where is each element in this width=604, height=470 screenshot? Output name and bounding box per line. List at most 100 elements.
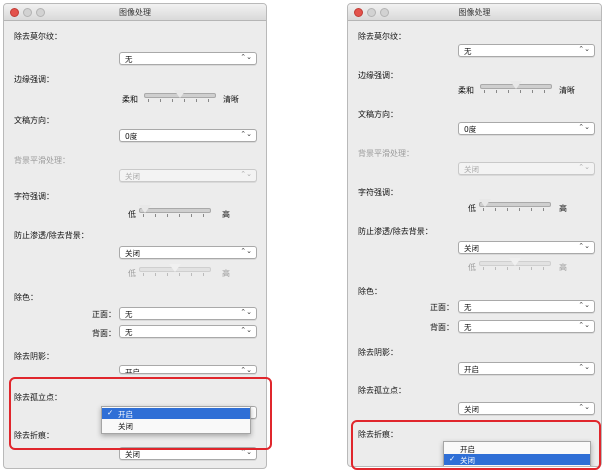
moire-label: 除去莫尔纹： — [358, 32, 406, 41]
bleed-select-value: 关闭 — [125, 249, 140, 258]
bg-smooth-label: 背景平滑处理： — [14, 156, 70, 165]
right-callout-box — [351, 420, 601, 470]
isolated-select-value: 关闭 — [464, 405, 479, 414]
bleed-select[interactable]: 关闭 ⌃⌄ — [119, 246, 257, 259]
bleed-slider-knob — [168, 263, 182, 272]
isolated-label: 除去孤立点： — [358, 386, 406, 395]
char-slider-ticks — [483, 208, 547, 211]
title-bar: 图像处理 — [4, 4, 266, 21]
char-emph-label: 字符强调： — [358, 188, 398, 197]
char-slider-knob[interactable] — [138, 204, 152, 213]
select-arrows-icon: ⌃⌄ — [578, 45, 590, 53]
select-arrows-icon: ⌃⌄ — [578, 242, 590, 250]
select-arrows-icon: ⌃⌄ — [578, 123, 590, 131]
char-high-label: 高 — [559, 204, 567, 213]
char-emph-label: 字符强调： — [14, 192, 54, 201]
bleed-high-label: 高 — [559, 263, 567, 272]
bleed-slider — [479, 257, 551, 270]
isolated-select[interactable]: 关闭 ⌃⌄ — [458, 402, 595, 415]
char-slider[interactable] — [478, 198, 551, 211]
char-low-label: 低 — [468, 204, 476, 213]
edge-label: 边缘强调： — [14, 75, 54, 84]
select-arrows-icon: ⌃⌄ — [578, 163, 590, 171]
bleed-label: 防止渗透/除去背景： — [358, 227, 433, 236]
moire-select[interactable]: 无 ⌃⌄ — [458, 44, 595, 57]
select-arrows-icon: ⌃⌄ — [240, 53, 252, 61]
right-panel: 图像处理 除去莫尔纹： 无 ⌃⌄ 边缘强调： 柔和 清晰 文稿方向： 0度 ⌃⌄… — [347, 3, 602, 467]
orientation-select[interactable]: 0度 ⌃⌄ — [119, 129, 257, 142]
bleed-select-value: 关闭 — [464, 244, 479, 253]
select-arrows-icon: ⌃⌄ — [578, 403, 590, 411]
orientation-label: 文稿方向： — [358, 110, 398, 119]
edge-slider-knob[interactable] — [509, 80, 523, 89]
bleed-slider-ticks — [483, 267, 547, 270]
bleed-label: 防止渗透/除去背景： — [14, 231, 89, 240]
char-slider-ticks — [143, 214, 207, 217]
back-select-value: 无 — [464, 323, 472, 332]
left-callout-box — [9, 377, 272, 450]
window-title: 图像处理 — [119, 8, 151, 17]
back-select[interactable]: 无 ⌃⌄ — [458, 320, 595, 333]
moire-select-value: 无 — [464, 47, 472, 56]
bg-smooth-select-value: 关闭 — [464, 165, 479, 174]
edge-slider[interactable] — [144, 89, 216, 102]
back-label: 背面： — [430, 323, 454, 332]
select-arrows-icon: ⌃⌄ — [240, 308, 252, 316]
bleed-low-label: 低 — [468, 263, 476, 272]
dropout-label: 除色： — [358, 287, 382, 296]
orientation-select-value: 0度 — [125, 132, 138, 141]
select-arrows-icon: ⌃⌄ — [578, 363, 590, 371]
dropout-label: 除色： — [14, 293, 38, 302]
edge-slider-knob[interactable] — [173, 89, 187, 98]
orientation-label: 文稿方向： — [14, 116, 54, 125]
back-select[interactable]: 无 ⌃⌄ — [119, 325, 257, 338]
char-low-label: 低 — [128, 210, 136, 219]
crease-select-value: 关闭 — [125, 450, 140, 459]
bleed-slider-knob — [508, 257, 522, 266]
bleed-high-label: 高 — [222, 269, 230, 278]
select-arrows-icon: ⌃⌄ — [578, 321, 590, 329]
char-slider[interactable] — [138, 204, 211, 217]
shadow-label: 除去阴影： — [358, 348, 398, 357]
shadow-select-value: 开启 — [464, 365, 479, 374]
orientation-select-value: 0度 — [464, 125, 477, 134]
shadow-select[interactable]: 开启 ⌃⌄ — [119, 365, 257, 374]
title-bar: 图像处理 — [348, 4, 601, 21]
bleed-select[interactable]: 关闭 ⌃⌄ — [458, 241, 595, 254]
back-select-value: 无 — [125, 328, 133, 337]
back-label: 背面： — [92, 329, 116, 338]
moire-select[interactable]: 无 ⌃⌄ — [119, 52, 257, 65]
edge-slider[interactable] — [480, 80, 552, 93]
edge-soft-label: 柔和 — [122, 95, 138, 104]
bg-smooth-select: 关闭 ⌃⌄ — [458, 162, 595, 175]
bleed-slider-ticks — [143, 273, 207, 276]
edge-slider-ticks — [148, 99, 212, 102]
select-arrows-icon: ⌃⌄ — [578, 301, 590, 309]
bg-smooth-label: 背景平滑处理： — [358, 149, 414, 158]
char-slider-knob[interactable] — [478, 198, 492, 207]
orientation-select[interactable]: 0度 ⌃⌄ — [458, 122, 595, 135]
select-arrows-icon: ⌃⌄ — [240, 130, 252, 138]
bg-smooth-select: 关闭 ⌃⌄ — [119, 169, 257, 182]
select-arrows-icon: ⌃⌄ — [240, 366, 252, 374]
moire-select-value: 无 — [125, 55, 133, 64]
shadow-select-value: 开启 — [125, 368, 140, 374]
select-arrows-icon: ⌃⌄ — [240, 170, 252, 178]
window-title: 图像处理 — [458, 8, 491, 17]
bleed-slider — [139, 263, 211, 276]
select-arrows-icon: ⌃⌄ — [240, 326, 252, 334]
front-label: 正面： — [430, 303, 454, 312]
edge-sharp-label: 清晰 — [559, 86, 575, 95]
bg-smooth-select-value: 关闭 — [125, 172, 140, 181]
char-high-label: 高 — [222, 210, 230, 219]
bleed-low-label: 低 — [128, 269, 136, 278]
front-select[interactable]: 无 ⌃⌄ — [119, 307, 257, 320]
moire-label: 除去莫尔纹： — [14, 32, 62, 41]
edge-label: 边缘强调： — [358, 71, 398, 80]
front-label: 正面： — [92, 310, 116, 319]
select-arrows-icon: ⌃⌄ — [240, 247, 252, 255]
front-select-value: 无 — [464, 303, 472, 312]
shadow-select[interactable]: 开启 ⌃⌄ — [458, 362, 595, 375]
shadow-label: 除去阴影： — [14, 352, 54, 361]
front-select[interactable]: 无 ⌃⌄ — [458, 300, 595, 313]
